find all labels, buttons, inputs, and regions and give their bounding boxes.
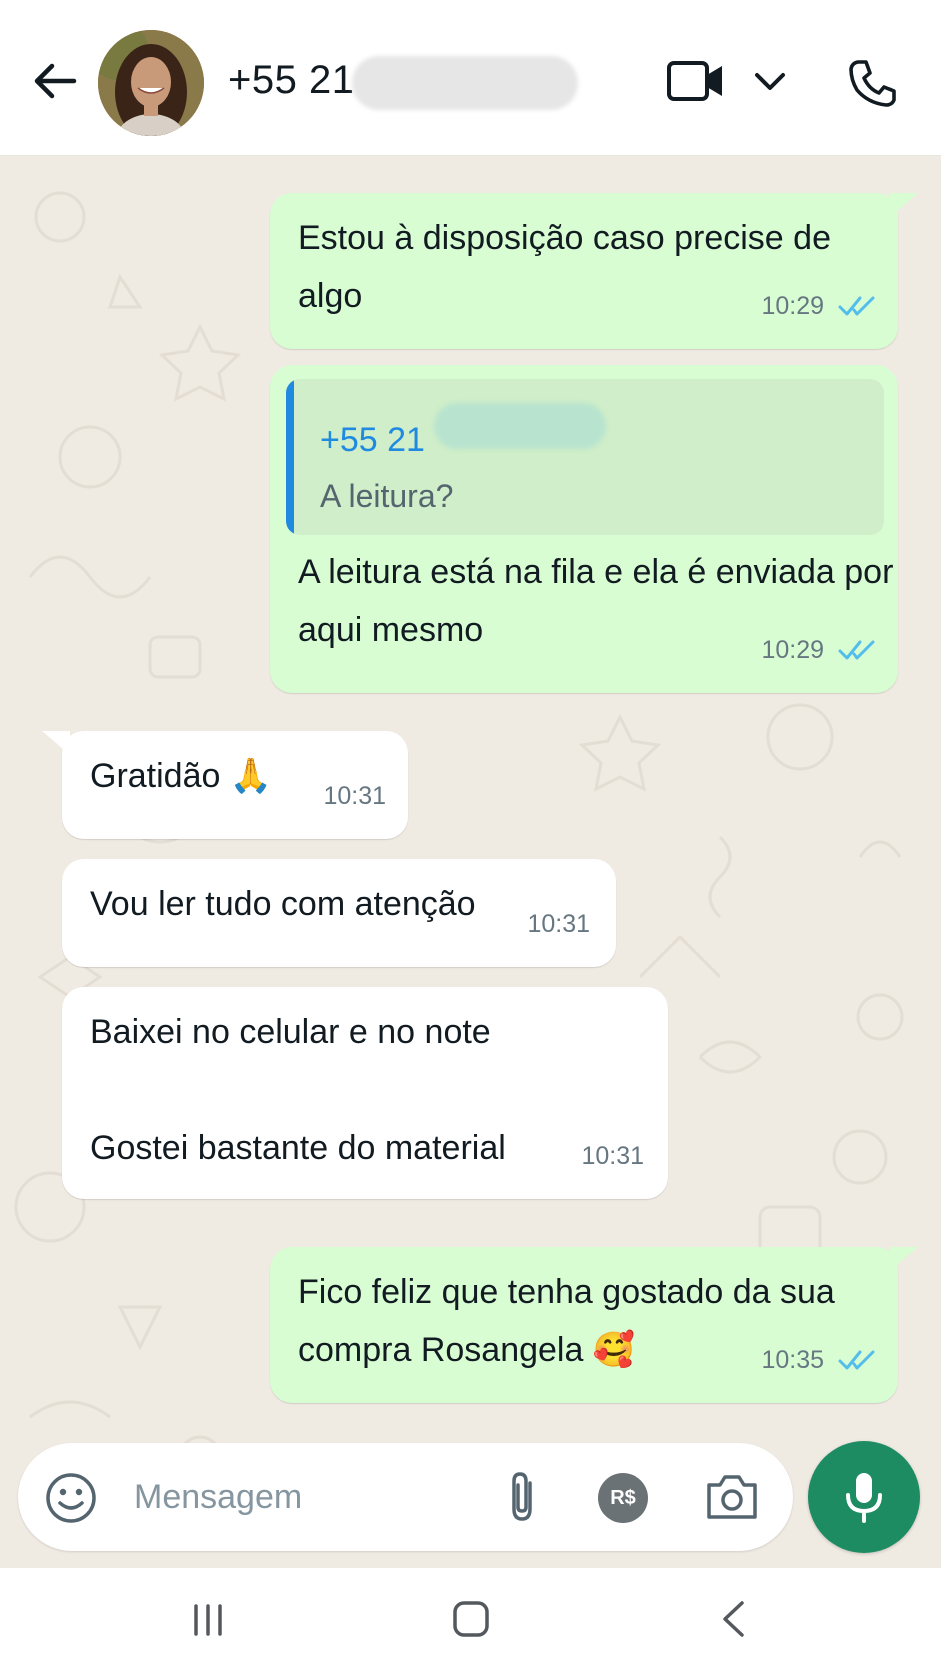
message-meta: 10:31 — [527, 895, 590, 953]
emoji-icon[interactable] — [44, 1471, 98, 1525]
message-bubble-outgoing[interactable]: Fico feliz que tenha gostado da sua comp… — [270, 1247, 898, 1403]
system-navigation-bar — [0, 1568, 941, 1672]
video-call-icon[interactable] — [666, 58, 726, 104]
message-bubble-incoming[interactable]: Vou ler tudo com atenção 10:31 — [62, 859, 616, 967]
message-text: Estou à disposição caso precise de algo — [298, 219, 831, 315]
message-time: 10:35 — [761, 1346, 824, 1374]
message-time: 10:31 — [323, 782, 386, 810]
paperclip-icon[interactable] — [502, 1469, 542, 1525]
home-icon[interactable] — [450, 1598, 492, 1640]
avatar[interactable] — [98, 30, 204, 136]
camera-icon[interactable] — [704, 1471, 760, 1523]
read-ticks-icon — [838, 1350, 875, 1370]
message-input[interactable] — [134, 1469, 464, 1525]
nav-back-icon[interactable] — [716, 1598, 750, 1640]
bubble-tail — [890, 1247, 918, 1271]
message-meta: 10:29 — [761, 277, 876, 335]
chevron-down-icon[interactable] — [752, 66, 788, 96]
smiling-face-with-hearts-emoji: 🥰 — [592, 1330, 636, 1370]
quoted-message[interactable]: +55 21 A leitura? — [286, 379, 884, 535]
message-bubble-incoming[interactable]: Gratidão 🙏 10:31 — [62, 731, 408, 839]
redacted-number — [352, 56, 578, 110]
message-composer: R$ — [18, 1443, 793, 1551]
message-bubble-incoming[interactable]: Baixei no celular e no note Gostei basta… — [62, 987, 668, 1199]
message-bubble-outgoing[interactable]: Estou à disposição caso precise de algo … — [270, 193, 898, 349]
quote-author: +55 21 — [320, 421, 425, 459]
chat-area[interactable]: Estou à disposição caso precise de algo … — [0, 157, 941, 1567]
message-text: Fico feliz que tenha gostado da sua comp… — [298, 1273, 835, 1370]
message-bubble-outgoing-reply[interactable]: +55 21 A leitura? A leitura está na fila… — [270, 365, 898, 693]
message-time: 10:29 — [761, 636, 824, 664]
message-time: 10:31 — [581, 1142, 644, 1170]
message-time: 10:29 — [761, 292, 824, 320]
bubble-tail — [890, 193, 918, 217]
back-arrow-icon[interactable] — [30, 56, 80, 106]
message-text: Vou ler tudo com atenção — [90, 885, 476, 923]
message-meta: 10:31 — [323, 767, 386, 825]
message-meta: 10:29 — [761, 621, 876, 679]
read-ticks-icon — [838, 296, 875, 316]
voice-record-button[interactable] — [808, 1441, 920, 1553]
recent-apps-icon[interactable] — [188, 1600, 228, 1640]
message-meta: 10:31 — [581, 1127, 644, 1185]
redacted-number — [434, 403, 606, 449]
phone-icon[interactable] — [848, 58, 898, 108]
message-text: Baixei no celular e no note Gostei basta… — [90, 1013, 506, 1167]
chat-header: +55 21 — [0, 0, 941, 156]
quote-text: A leitura? — [320, 478, 454, 514]
praying-hands-emoji: 🙏 — [229, 756, 273, 796]
payment-button[interactable]: R$ — [598, 1473, 648, 1523]
message-meta: 10:35 — [761, 1331, 876, 1389]
read-ticks-icon — [838, 640, 875, 660]
microphone-icon — [846, 1473, 882, 1523]
message-text: Gratidão 🙏 — [90, 756, 273, 796]
message-time: 10:31 — [527, 910, 590, 938]
quote-accent-bar — [286, 379, 294, 535]
contact-name[interactable]: +55 21 — [228, 58, 354, 103]
